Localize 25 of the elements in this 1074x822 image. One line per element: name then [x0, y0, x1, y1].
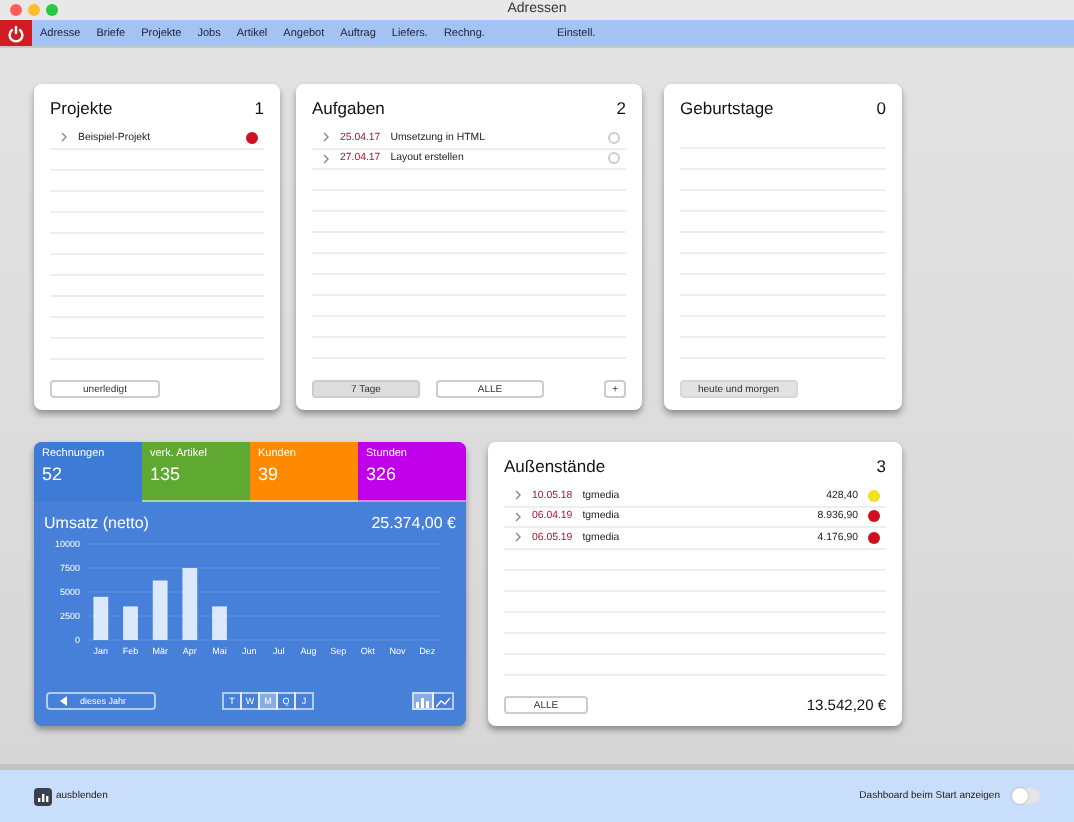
- checkbox[interactable]: [608, 152, 620, 165]
- caret-icon: [60, 696, 68, 706]
- line-chart-icon[interactable]: [432, 692, 454, 710]
- bar: [152, 580, 168, 640]
- card-title: Aufgaben: [312, 98, 385, 118]
- card-title: Geburtstage: [680, 98, 774, 118]
- power-icon[interactable]: [0, 20, 32, 46]
- bar-chart-icon[interactable]: [412, 692, 434, 710]
- bar: [212, 606, 227, 640]
- zoom-button[interactable]: [46, 4, 58, 16]
- card-title: Außenstände: [504, 456, 606, 476]
- bar-chart-icon: [34, 787, 52, 805]
- chart-title: Umsatz (netto): [44, 514, 149, 532]
- count: 3: [876, 456, 886, 476]
- count: 2: [616, 98, 626, 118]
- total-amount: 25.374,00 €: [371, 514, 456, 532]
- bar: [93, 596, 109, 640]
- bar: [123, 606, 138, 640]
- count: 1: [254, 98, 264, 118]
- toggle-switch[interactable]: [1012, 788, 1040, 804]
- close-button[interactable]: [10, 4, 22, 16]
- checkbox[interactable]: [608, 131, 620, 144]
- card-title: Projekte: [50, 98, 113, 118]
- bar: [182, 568, 198, 640]
- count: 0: [876, 98, 886, 118]
